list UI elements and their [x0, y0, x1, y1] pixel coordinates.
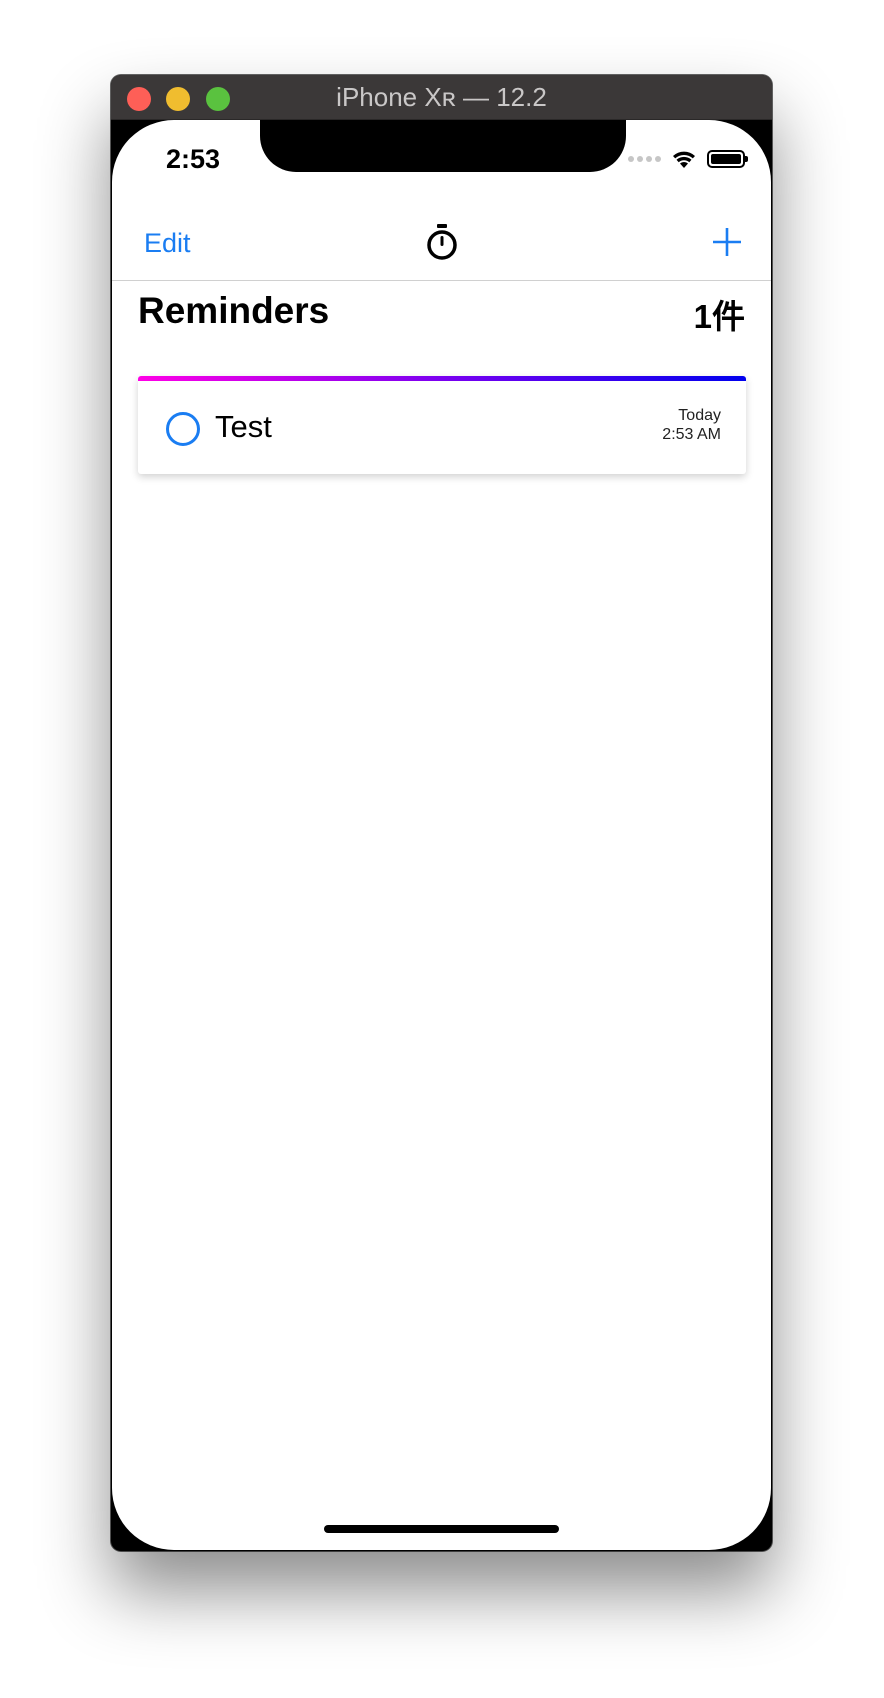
desktop-background: iPhone Xʀ — 12.2 2:53 Edit Reminders 1件 … — [0, 0, 884, 1698]
phone-screen: 2:53 Edit Reminders 1件 Test Today 2:53 A… — [112, 120, 771, 1550]
page-title: Reminders — [138, 290, 330, 331]
device-notch — [260, 120, 626, 172]
window-titlebar[interactable]: iPhone Xʀ — 12.2 — [111, 75, 772, 120]
navigation-bar: Edit — [112, 216, 771, 281]
wifi-icon — [673, 151, 695, 168]
window-title: iPhone Xʀ — 12.2 — [336, 82, 547, 112]
reminder-title: Test — [215, 409, 272, 444]
card-gradient-bar — [138, 376, 746, 381]
add-reminder-button[interactable] — [711, 226, 743, 258]
reminder-time: 2:53 AM — [662, 426, 721, 443]
reminder-timestamp: Today 2:53 AM — [662, 406, 721, 444]
home-indicator[interactable] — [324, 1525, 559, 1533]
status-time: 2:53 — [166, 144, 221, 174]
reminder-date: Today — [678, 407, 721, 424]
stopwatch-icon[interactable] — [424, 222, 460, 262]
edit-button[interactable]: Edit — [144, 228, 191, 259]
cellular-signal-icon — [628, 156, 661, 162]
item-count-badge: 1件 — [693, 298, 745, 335]
simulator-window: iPhone Xʀ — 12.2 2:53 Edit Reminders 1件 … — [111, 75, 772, 1551]
reminder-card[interactable]: Test Today 2:53 AM — [138, 376, 746, 474]
complete-checkbox[interactable] — [166, 412, 200, 446]
battery-icon — [707, 150, 748, 168]
status-icons — [628, 148, 748, 170]
